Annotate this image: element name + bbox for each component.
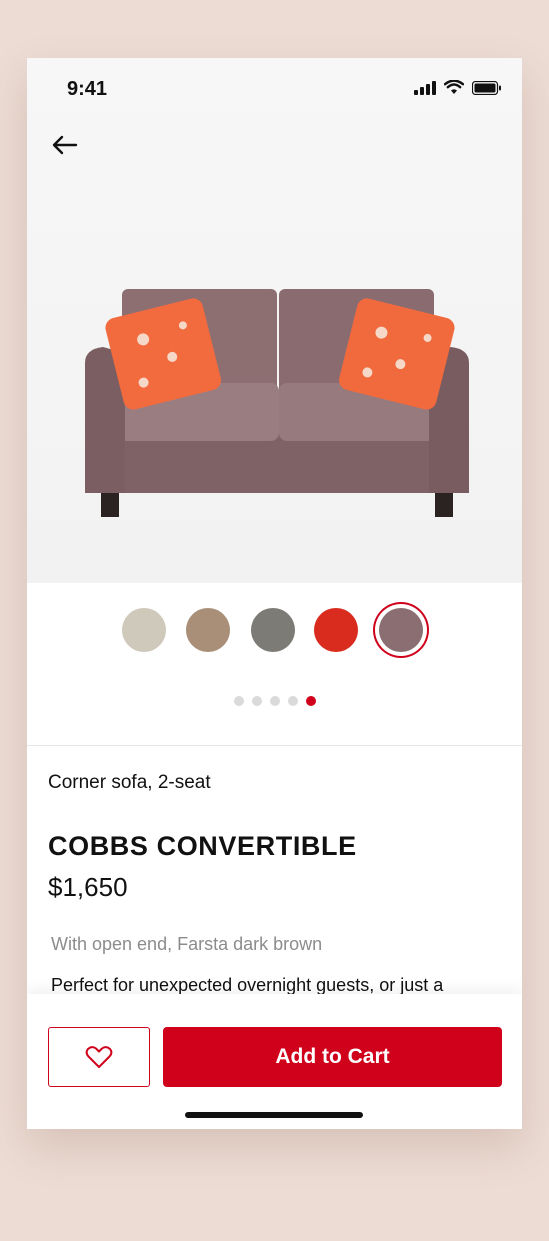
- back-button[interactable]: [47, 130, 83, 160]
- wifi-icon: [444, 80, 464, 94]
- signal-icon: [414, 81, 436, 95]
- swatch-tan[interactable]: [186, 608, 230, 652]
- phone-screen: 9:41 Corner sofa, 2-seat COBBS CONVERTIB…: [27, 58, 522, 1129]
- home-indicator: [185, 1112, 363, 1118]
- heart-icon: [85, 1046, 113, 1068]
- arrow-left-icon: [52, 135, 78, 155]
- carousel-dot[interactable]: [269, 696, 280, 706]
- divider: [27, 745, 522, 746]
- product-description: Perfect for unexpected overnight guests,…: [51, 975, 444, 995]
- carousel-dot-active[interactable]: [305, 696, 316, 706]
- carousel-dot[interactable]: [233, 696, 244, 706]
- swatch-gray[interactable]: [251, 608, 295, 652]
- swatch-red[interactable]: [314, 608, 358, 652]
- battery-icon: [472, 81, 501, 95]
- swatch-mauve[interactable]: [379, 608, 423, 652]
- status-icons: [414, 80, 502, 95]
- product-variant: With open end, Farsta dark brown: [51, 934, 323, 954]
- add-to-cart-button[interactable]: Add to Cart: [163, 1027, 502, 1087]
- color-swatches: [27, 608, 522, 658]
- carousel-dot[interactable]: [287, 696, 298, 706]
- sofa-image: [85, 289, 469, 517]
- status-bar: 9:41: [27, 58, 522, 118]
- product-image-area: 9:41: [27, 58, 522, 583]
- wishlist-button[interactable]: [48, 1027, 150, 1087]
- product-price: $1,650: [48, 872, 128, 902]
- status-time: 9:41: [67, 78, 108, 100]
- bottom-action-bar: Add to Cart: [27, 994, 522, 1129]
- carousel-dots: [27, 696, 522, 706]
- carousel-dot[interactable]: [251, 696, 262, 706]
- product-title: COBBS CONVERTIBLE: [48, 831, 357, 861]
- product-category: Corner sofa, 2-seat: [48, 772, 211, 793]
- swatch-light-gray[interactable]: [122, 608, 166, 652]
